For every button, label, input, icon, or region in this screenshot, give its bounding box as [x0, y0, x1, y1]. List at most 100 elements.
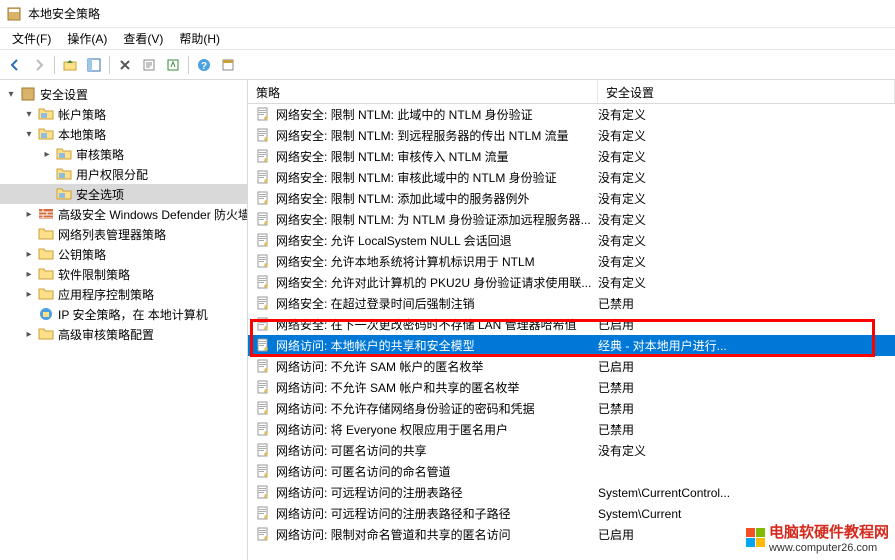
- expand-icon[interactable]: ▸: [22, 267, 36, 281]
- tree-item[interactable]: ▾帐户策略: [0, 104, 247, 124]
- policy-row[interactable]: 网络访问: 可远程访问的注册表路径System\CurrentControl..…: [248, 482, 895, 503]
- tree-item-label: 本地策略: [58, 126, 106, 143]
- policy-row[interactable]: 网络安全: 限制 NTLM: 添加此域中的服务器例外没有定义: [248, 188, 895, 209]
- tree-item-label: 应用程序控制策略: [58, 286, 154, 303]
- policy-setting: 经典 - 对本地用户进行...: [598, 337, 895, 354]
- up-button[interactable]: [59, 54, 81, 76]
- policy-row[interactable]: 网络访问: 可匿名访问的共享没有定义: [248, 440, 895, 461]
- tree-item-label: 审核策略: [76, 146, 124, 163]
- tree-item[interactable]: 安全选项: [0, 184, 247, 204]
- refresh-button[interactable]: [217, 54, 239, 76]
- tree-item[interactable]: 网络列表管理器策略: [0, 224, 247, 244]
- tree-item[interactable]: ▸软件限制策略: [0, 264, 247, 284]
- policy-row[interactable]: 网络安全: 限制 NTLM: 为 NTLM 身份验证添加远程服务器...没有定义: [248, 209, 895, 230]
- collapse-icon[interactable]: ▾: [22, 127, 36, 141]
- column-setting[interactable]: 安全设置: [598, 80, 895, 103]
- policy-setting: 已禁用: [598, 295, 895, 312]
- policy-name: 网络安全: 限制 NTLM: 为 NTLM 身份验证添加远程服务器...: [276, 211, 598, 228]
- folder-icon: [38, 246, 54, 262]
- policy-name: 网络安全: 限制 NTLM: 添加此域中的服务器例外: [276, 190, 598, 207]
- policy-row[interactable]: 网络安全: 允许 LocalSystem NULL 会话回退没有定义: [248, 230, 895, 251]
- policy-icon: [256, 128, 272, 144]
- folder-icon: [38, 226, 54, 242]
- policy-icon: [256, 338, 272, 354]
- expand-icon[interactable]: ▸: [22, 247, 36, 261]
- navigation-tree[interactable]: ▾ 安全设置 ▾帐户策略▾本地策略▸审核策略用户权限分配安全选项▸高级安全 Wi…: [0, 80, 248, 560]
- policy-name: 网络安全: 在超过登录时间后强制注销: [276, 295, 598, 312]
- tree-item[interactable]: ▸公钥策略: [0, 244, 247, 264]
- policy-row[interactable]: 网络安全: 允许本地系统将计算机标识用于 NTLM没有定义: [248, 251, 895, 272]
- toolbar: ?: [0, 50, 895, 80]
- export-button[interactable]: [138, 54, 160, 76]
- tree-root-label: 安全设置: [40, 86, 88, 103]
- toolbar-separator: [109, 56, 110, 74]
- policy-name: 网络安全: 限制 NTLM: 审核此域中的 NTLM 身份验证: [276, 169, 598, 186]
- expand-icon[interactable]: ▸: [22, 327, 36, 341]
- tree-item[interactable]: 用户权限分配: [0, 164, 247, 184]
- menu-file[interactable]: 文件(F): [4, 28, 59, 49]
- policy-name: 网络访问: 限制对命名管道和共享的匿名访问: [276, 526, 598, 543]
- policy-name: 网络安全: 限制 NTLM: 审核传入 NTLM 流量: [276, 148, 598, 165]
- policy-row[interactable]: 网络访问: 不允许存储网络身份验证的密码和凭据已禁用: [248, 398, 895, 419]
- expand-icon[interactable]: ▸: [40, 147, 54, 161]
- policy-name: 网络访问: 可匿名访问的共享: [276, 442, 598, 459]
- forward-button[interactable]: [28, 54, 50, 76]
- collapse-icon[interactable]: ▾: [22, 107, 36, 121]
- menu-help[interactable]: 帮助(H): [171, 28, 228, 49]
- tree-item[interactable]: ▾ 本地策略: [0, 124, 247, 144]
- policy-row[interactable]: 网络访问: 将 Everyone 权限应用于匿名用户已禁用: [248, 419, 895, 440]
- policy-row[interactable]: 网络访问: 可匿名访问的命名管道: [248, 461, 895, 482]
- security-icon: [20, 86, 36, 102]
- policy-row[interactable]: 网络安全: 限制 NTLM: 审核此域中的 NTLM 身份验证没有定义: [248, 167, 895, 188]
- collapse-icon[interactable]: ▾: [4, 87, 18, 101]
- policy-row[interactable]: 网络安全: 在超过登录时间后强制注销已禁用: [248, 293, 895, 314]
- menu-action[interactable]: 操作(A): [59, 28, 115, 49]
- policy-icon: [256, 107, 272, 123]
- tree-item[interactable]: ▸ 应用程序控制策略: [0, 284, 247, 304]
- tree-item[interactable]: ▸ 审核策略: [0, 144, 247, 164]
- tree-spacer: [22, 307, 36, 321]
- list-body[interactable]: 网络安全: 限制 NTLM: 此域中的 NTLM 身份验证没有定义网络安全: 限…: [248, 104, 895, 560]
- watermark-url: www.computer26.com: [769, 542, 889, 554]
- help-button[interactable]: ?: [193, 54, 215, 76]
- policy-row[interactable]: 网络安全: 限制 NTLM: 审核传入 NTLM 流量没有定义: [248, 146, 895, 167]
- tree-item[interactable]: IP 安全策略，在 本地计算机: [0, 304, 247, 324]
- policy-icon: [256, 443, 272, 459]
- policy-setting: System\Current: [598, 507, 895, 521]
- policy-name: 网络安全: 限制 NTLM: 此域中的 NTLM 身份验证: [276, 106, 598, 123]
- policy-setting: 已启用: [598, 316, 895, 333]
- policy-setting: 没有定义: [598, 169, 895, 186]
- properties-button[interactable]: [162, 54, 184, 76]
- policy-icon: [256, 149, 272, 165]
- tree-root[interactable]: ▾ 安全设置: [0, 84, 247, 104]
- policy-setting: 没有定义: [598, 190, 895, 207]
- expand-icon[interactable]: ▸: [22, 207, 36, 221]
- tree-item-label: 用户权限分配: [76, 166, 148, 183]
- policy-row[interactable]: 网络访问: 本地帐户的共享和安全模型经典 - 对本地用户进行...: [248, 335, 895, 356]
- menu-view[interactable]: 查看(V): [115, 28, 171, 49]
- policy-row[interactable]: 网络安全: 允许对此计算机的 PKU2U 身份验证请求使用联...没有定义: [248, 272, 895, 293]
- expand-icon[interactable]: ▸: [22, 287, 36, 301]
- tree-item[interactable]: ▸高级安全 Windows Defender 防火墙: [0, 204, 247, 224]
- column-policy[interactable]: 策略: [248, 80, 598, 103]
- menu-bar: 文件(F) 操作(A) 查看(V) 帮助(H): [0, 28, 895, 50]
- policy-icon: [256, 254, 272, 270]
- policy-row[interactable]: 网络访问: 不允许 SAM 帐户的匿名枚举已启用: [248, 356, 895, 377]
- policy-name: 网络访问: 不允许存储网络身份验证的密码和凭据: [276, 400, 598, 417]
- tree-item[interactable]: ▸高级审核策略配置: [0, 324, 247, 344]
- policy-row[interactable]: 网络安全: 在下一次更改密码时不存储 LAN 管理器哈希值已启用: [248, 314, 895, 335]
- policy-name: 网络访问: 本地帐户的共享和安全模型: [276, 337, 598, 354]
- policy-row[interactable]: 网络安全: 限制 NTLM: 此域中的 NTLM 身份验证没有定义: [248, 104, 895, 125]
- policy-setting: System\CurrentControl...: [598, 486, 895, 500]
- policy-name: 网络安全: 在下一次更改密码时不存储 LAN 管理器哈希值: [276, 316, 598, 333]
- policy-setting: 没有定义: [598, 442, 895, 459]
- policy-row[interactable]: 网络访问: 不允许 SAM 帐户和共享的匿名枚举已禁用: [248, 377, 895, 398]
- delete-button[interactable]: [114, 54, 136, 76]
- main-body: ▾ 安全设置 ▾帐户策略▾本地策略▸审核策略用户权限分配安全选项▸高级安全 Wi…: [0, 80, 895, 560]
- policy-setting: 没有定义: [598, 127, 895, 144]
- policy-setting: 没有定义: [598, 106, 895, 123]
- policy-row[interactable]: 网络安全: 限制 NTLM: 到远程服务器的传出 NTLM 流量没有定义: [248, 125, 895, 146]
- show-hide-tree-button[interactable]: [83, 54, 105, 76]
- back-button[interactable]: [4, 54, 26, 76]
- tree-item-label: 网络列表管理器策略: [58, 226, 166, 243]
